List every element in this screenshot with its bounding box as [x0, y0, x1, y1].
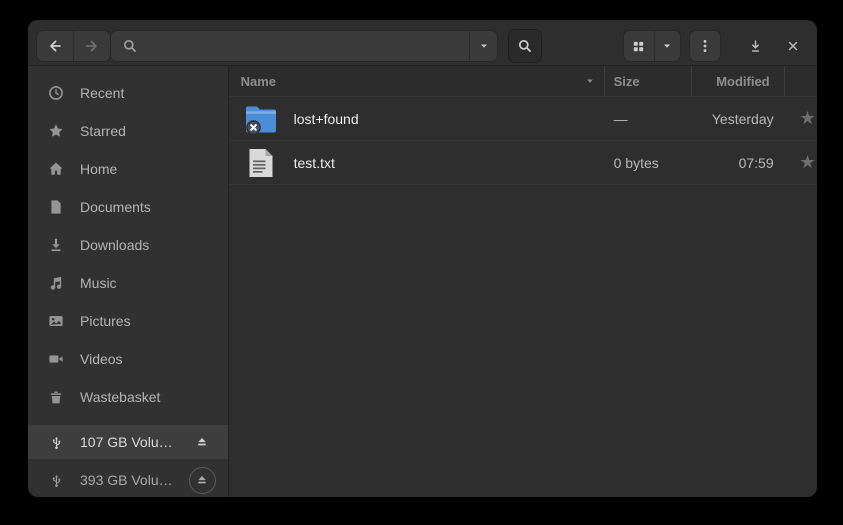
star-icon: [48, 123, 64, 139]
search-icon: [122, 38, 138, 54]
arrow-right-icon: [84, 38, 100, 54]
file-row-lost-found[interactable]: lost+found — Yesterday ★: [229, 97, 817, 141]
sidebar-item-videos[interactable]: Videos: [28, 340, 228, 378]
magnifier-icon: [517, 38, 533, 54]
minimize-button[interactable]: [739, 30, 771, 62]
file-list-pane: Name Size Modified: [229, 66, 817, 497]
eject-icon: [195, 473, 209, 487]
star-icon: ★: [800, 108, 816, 129]
eject-icon: [195, 435, 209, 449]
chevron-down-icon: [661, 40, 673, 52]
file-modified: 07:59: [691, 155, 784, 171]
sidebar-volume-393gb[interactable]: 393 GB Volu…: [28, 463, 228, 497]
chevron-down-icon: [478, 40, 490, 52]
files-window: Recent Starred Home Documents: [28, 20, 817, 497]
trash-icon: [48, 389, 64, 405]
sidebar-item-label: Downloads: [80, 237, 149, 253]
list-header: Name Size Modified: [229, 66, 817, 97]
sidebar-item-documents[interactable]: Documents: [28, 188, 228, 226]
column-header-size[interactable]: Size: [604, 66, 691, 96]
eject-button[interactable]: [189, 467, 216, 494]
star-toggle[interactable]: ★: [784, 152, 817, 173]
video-camera-icon: [48, 351, 64, 367]
arrow-down-to-line-icon: [748, 39, 763, 54]
sort-descending-icon: [585, 76, 595, 86]
kebab-menu-icon: [697, 38, 713, 54]
back-button[interactable]: [37, 31, 73, 61]
forward-button[interactable]: [74, 31, 110, 61]
sidebar-item-label: Music: [80, 275, 117, 291]
sidebar-item-recent[interactable]: Recent: [28, 74, 228, 112]
sidebar-item-starred[interactable]: Starred: [28, 112, 228, 150]
file-row-test-txt[interactable]: test.txt 0 bytes 07:59 ★: [229, 141, 817, 185]
location-options-button[interactable]: [469, 31, 497, 61]
home-icon: [48, 161, 64, 177]
volumes-section: 107 GB Volu… 393 GB Volu…: [28, 425, 228, 497]
view-button-group: [623, 30, 681, 62]
grid-view-icon: [631, 39, 646, 54]
sidebar-item-downloads[interactable]: Downloads: [28, 226, 228, 264]
sidebar-item-label: Recent: [80, 85, 124, 101]
headerbar: [28, 20, 817, 66]
clock-icon: [48, 85, 64, 101]
column-header-name[interactable]: Name: [229, 66, 604, 96]
location-input[interactable]: [138, 38, 469, 54]
sidebar-volume-107gb[interactable]: 107 GB Volu…: [28, 425, 228, 459]
close-window-button[interactable]: [777, 30, 809, 62]
folder-no-access-icon: [244, 103, 278, 135]
volume-label: 107 GB Volu…: [80, 434, 173, 450]
file-size: 0 bytes: [604, 155, 691, 171]
location-search-bar[interactable]: [110, 30, 498, 62]
sidebar-item-label: Wastebasket: [80, 389, 160, 405]
usb-drive-icon: [48, 435, 64, 450]
sidebar-item-label: Documents: [80, 199, 151, 215]
search-toggle-button[interactable]: [508, 29, 542, 63]
sidebar-item-label: Home: [80, 161, 117, 177]
view-options-button[interactable]: [655, 31, 680, 61]
document-icon: [48, 199, 64, 215]
sidebar-item-label: Videos: [80, 351, 123, 367]
column-header-modified[interactable]: Modified: [691, 66, 784, 96]
close-icon: [786, 39, 800, 53]
column-label: Name: [241, 74, 276, 89]
nav-button-group: [36, 30, 111, 62]
file-name: test.txt: [294, 155, 335, 171]
column-label: Size: [614, 74, 640, 89]
main-menu-button[interactable]: [689, 30, 721, 62]
volume-label: 393 GB Volu…: [80, 472, 173, 488]
column-header-star[interactable]: [784, 66, 817, 96]
sidebar-item-pictures[interactable]: Pictures: [28, 302, 228, 340]
column-label: Modified: [716, 74, 769, 89]
sidebar-item-music[interactable]: Music: [28, 264, 228, 302]
sidebar-item-home[interactable]: Home: [28, 150, 228, 188]
star-toggle[interactable]: ★: [784, 108, 817, 129]
star-icon: ★: [800, 152, 816, 173]
sidebar-item-label: Pictures: [80, 313, 131, 329]
usb-drive-icon: [48, 473, 64, 488]
text-file-icon: [244, 147, 278, 179]
file-modified: Yesterday: [691, 111, 784, 127]
file-size: —: [604, 111, 691, 127]
grid-view-button[interactable]: [624, 31, 654, 61]
sidebar-item-wastebasket[interactable]: Wastebasket: [28, 378, 228, 416]
download-icon: [48, 237, 64, 253]
sidebar: Recent Starred Home Documents: [28, 66, 229, 497]
picture-icon: [48, 313, 64, 329]
sidebar-item-label: Starred: [80, 123, 126, 139]
arrow-left-icon: [47, 38, 63, 54]
music-note-icon: [48, 275, 64, 291]
main-area: Recent Starred Home Documents: [28, 66, 817, 497]
eject-button[interactable]: [189, 429, 216, 456]
file-name: lost+found: [294, 111, 359, 127]
